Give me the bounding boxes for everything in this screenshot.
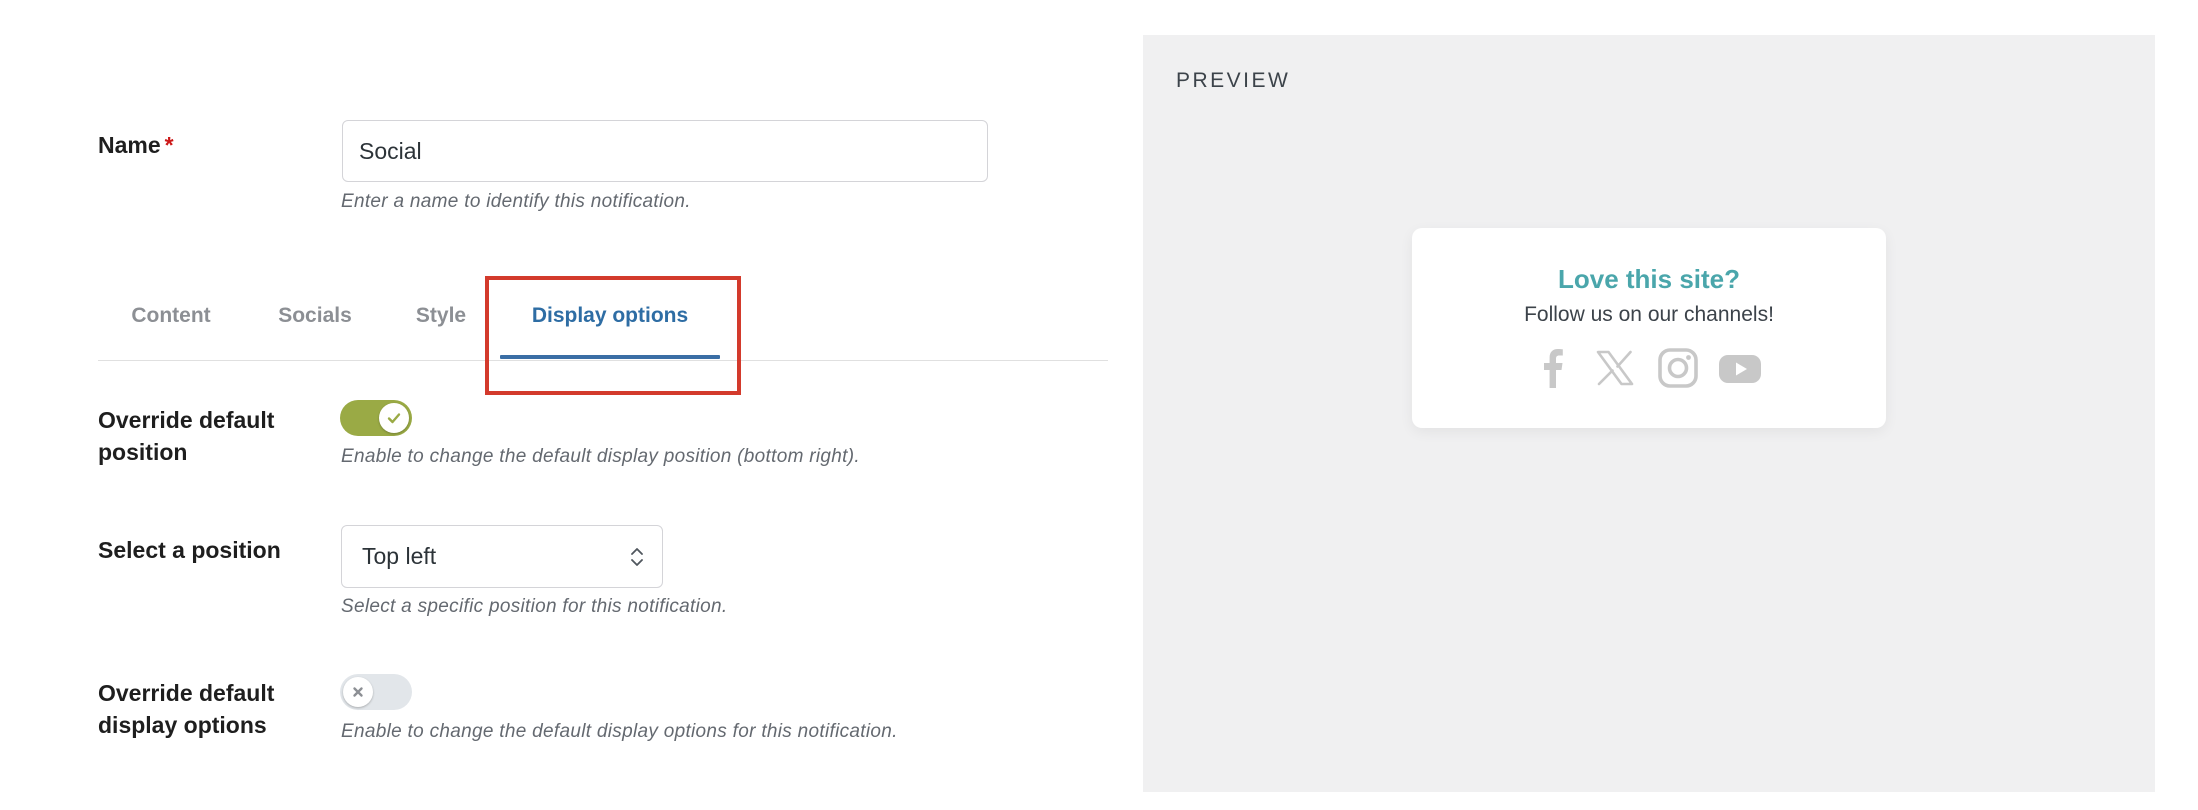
override-position-help-text: Enable to change the default display pos… xyxy=(341,446,860,467)
override-position-label-line1: Override default xyxy=(98,407,275,433)
position-select[interactable]: Top left xyxy=(341,525,663,588)
facebook-icon[interactable] xyxy=(1531,346,1575,390)
card-title: Love this site? xyxy=(1557,264,1741,294)
name-help-text: Enter a name to identify this notificati… xyxy=(341,191,691,212)
tab-content[interactable]: Content xyxy=(98,275,244,360)
card-subtitle: Follow us on our channels! xyxy=(1524,303,1774,326)
active-tab-indicator xyxy=(500,355,720,359)
override-display-help-text: Enable to change the default display opt… xyxy=(341,721,898,742)
preview-panel: PREVIEW Love this site? Follow us on our… xyxy=(1143,35,2155,792)
youtube-icon[interactable] xyxy=(1718,346,1762,390)
override-position-label: Override default position xyxy=(98,404,274,468)
toggle-knob xyxy=(379,403,409,433)
toggle-knob xyxy=(343,677,373,707)
tab-socials[interactable]: Socials xyxy=(259,275,371,360)
tab-style[interactable]: Style xyxy=(400,275,482,360)
override-position-label-line2: position xyxy=(98,439,188,465)
close-icon xyxy=(353,687,363,697)
name-input[interactable] xyxy=(342,120,988,182)
override-position-toggle[interactable] xyxy=(340,400,412,436)
required-marker: * xyxy=(164,132,174,158)
preview-heading: PREVIEW xyxy=(1176,69,1291,92)
check-icon xyxy=(387,413,401,424)
tab-bar: Content Socials Style Display options xyxy=(98,275,1108,361)
select-chevrons-icon xyxy=(631,548,643,566)
select-position-label: Select a position xyxy=(98,537,281,563)
override-display-toggle[interactable] xyxy=(340,674,412,710)
override-display-label: Override default display options xyxy=(98,677,274,741)
tab-display-options[interactable]: Display options xyxy=(488,275,732,360)
tab-display-options-label: Display options xyxy=(531,304,689,327)
name-label-text: Name xyxy=(98,132,161,158)
override-display-label-line1: Override default xyxy=(98,680,275,706)
instagram-icon[interactable] xyxy=(1656,346,1700,390)
select-position-help-text: Select a specific position for this noti… xyxy=(341,596,728,617)
x-icon[interactable] xyxy=(1593,346,1637,390)
position-select-value: Top left xyxy=(362,543,437,569)
name-label: Name * xyxy=(98,129,174,161)
override-display-label-line2: display options xyxy=(98,712,267,738)
notification-card: Love this site? Follow us on our channel… xyxy=(1412,228,1886,428)
